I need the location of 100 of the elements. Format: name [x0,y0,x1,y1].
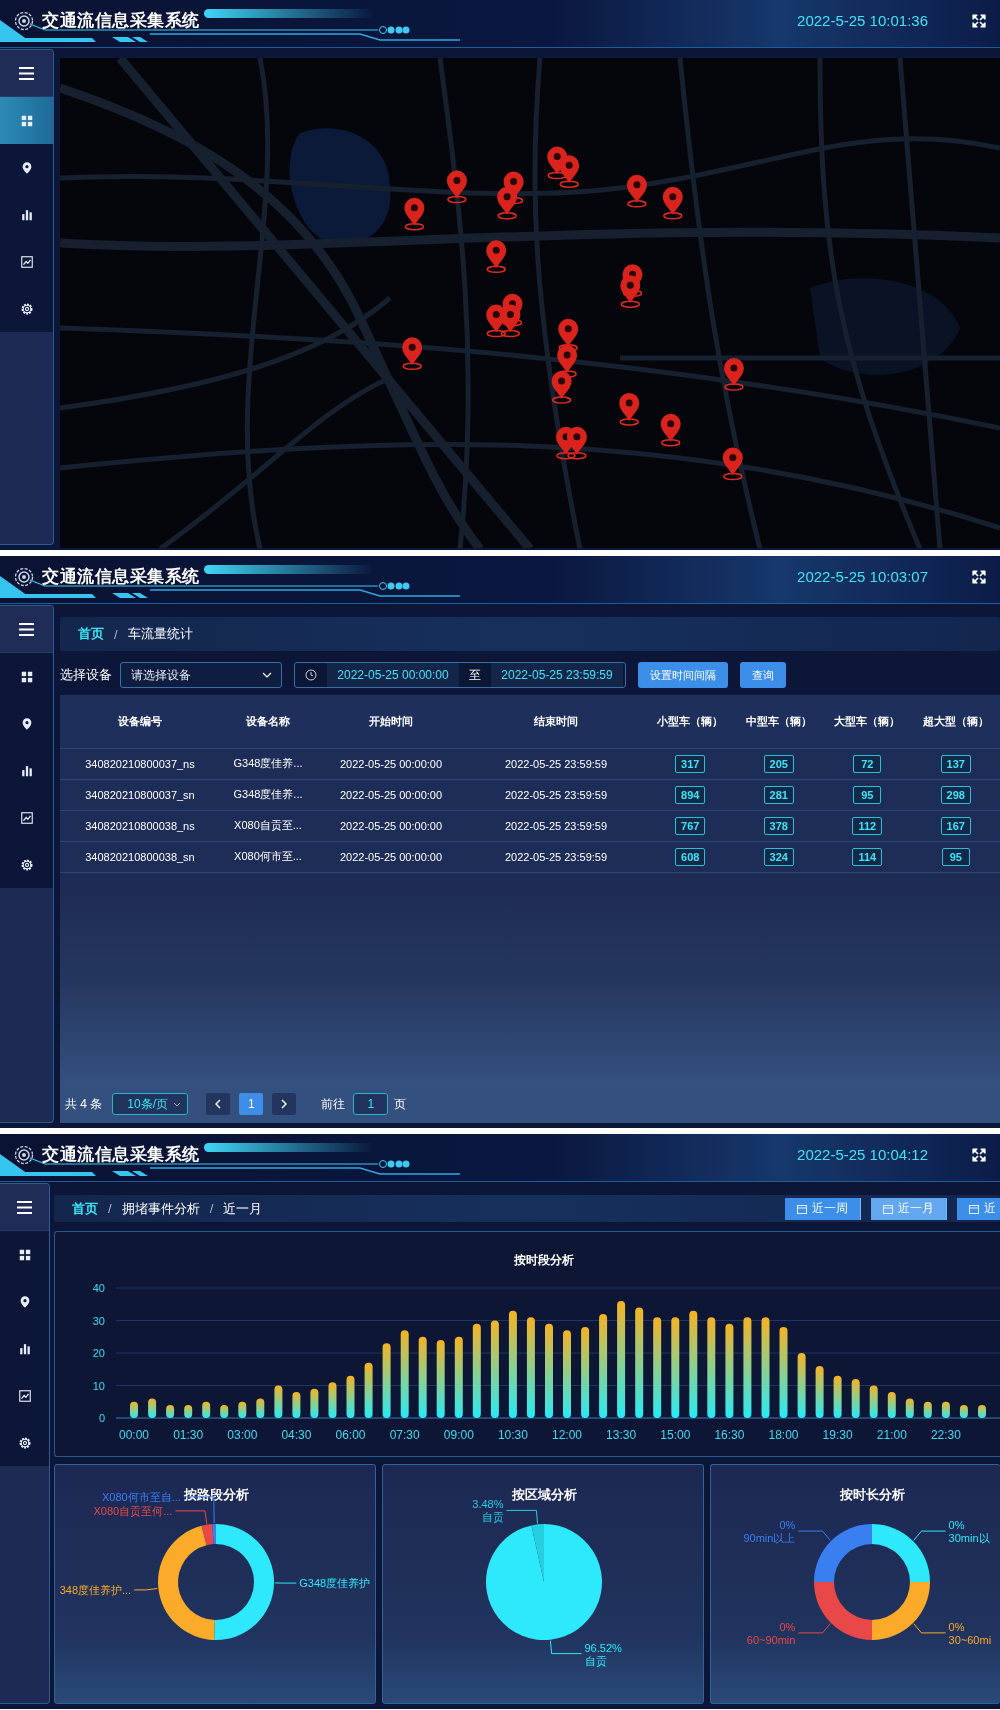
bar [166,1405,175,1418]
map-pin-icon[interactable] [402,337,423,371]
breadcrumb-item: 近一月 [223,1199,263,1218]
chart-title: 按区域分析 [511,1487,577,1502]
table-cell: 2022-05-25 00:00:00 [339,819,443,832]
leader-line [913,1530,947,1541]
x-axis-label: 07:30 [389,1428,420,1442]
table-cell: 2022-05-25 00:00:00 [339,757,443,770]
table-cell: 2022-05-25 00:00:00 [339,850,443,863]
chart-title: 按时长分析 [839,1487,905,1502]
map-pin-icon[interactable] [619,392,640,426]
page-unit-label: 页 [394,1095,407,1113]
map-pin-icon[interactable] [559,155,580,188]
clock-time: 2022-5-25 10:03:07 [797,568,928,585]
date-range-picker[interactable]: 2022-05-25 00:00:00 至 2022-05-25 23:59:59 [294,662,626,688]
x-axis-label: 10:30 [497,1428,528,1442]
leader-line [913,1623,947,1634]
map-pin-icon[interactable] [446,170,467,204]
bar [292,1392,301,1418]
slice-label: 自贡 [481,1511,504,1524]
calendar-icon [883,1203,893,1214]
x-axis-label: 03:00 [227,1428,258,1442]
map-pin-icon[interactable] [404,197,425,231]
table-cell: 2022-05-25 23:59:59 [504,819,608,832]
bar [833,1375,842,1419]
grid-icon [19,113,34,128]
count-badge: 95 [853,785,882,804]
bar [797,1353,806,1418]
map-pin-icon[interactable] [662,186,683,220]
count-badge: 137 [940,754,971,773]
bar [923,1401,932,1419]
goto-label: 前往 [321,1095,346,1113]
table-cell: 2022-05-25 23:59:59 [504,788,608,801]
map-pin-icon[interactable] [626,174,647,208]
page-size-select[interactable]: 10条/页 [112,1093,189,1115]
bar [851,1379,860,1418]
slice-label: 30min以 [948,1532,990,1545]
field-label: 选择设备 [60,666,112,684]
logo-icon [14,10,34,31]
line-chart-icon [17,1388,32,1403]
count-badge: 72 [853,754,882,773]
end-date-input[interactable]: 2022-05-25 23:59:59 [491,663,623,687]
breadcrumb-link[interactable]: 首页 [72,1199,98,1218]
chevron-left-icon [215,1099,222,1109]
menu-button[interactable] [0,1184,49,1231]
column-header: 开始时间 [316,695,466,748]
bar [978,1405,986,1418]
count-badge: 114 [852,847,883,866]
map-pin-icon[interactable] [660,413,681,447]
bar [959,1405,968,1418]
next-page-button[interactable] [272,1093,297,1115]
chart-title: 按路段分析 [183,1487,249,1502]
count-badge: 281 [763,785,794,804]
leader-line [274,1582,297,1584]
menu-button[interactable] [0,50,53,97]
settings-icon [17,1435,32,1450]
bar [941,1401,950,1419]
fullscreen-icon[interactable] [972,569,986,584]
map-pin-icon[interactable] [497,186,518,220]
slice-label: 90min以上 [743,1532,796,1545]
slice-label: X080何市至自... [101,1490,181,1503]
grid-icon [19,669,34,684]
goto-page-input[interactable]: 1 [353,1093,389,1115]
map-pin-icon[interactable] [500,304,521,338]
bar [364,1362,373,1419]
map-pin-icon[interactable] [722,447,743,481]
map-pin-icon[interactable] [723,358,744,391]
map-pin-icon[interactable] [620,275,641,308]
start-date-input[interactable]: 2022-05-25 00:00:00 [327,663,459,687]
map-pin-icon[interactable] [566,426,587,460]
y-axis-label: 0 [98,1412,105,1424]
app-title: 交通流信息采集系统 [42,10,200,32]
fullscreen-icon[interactable] [972,13,986,28]
previous-page-button[interactable] [206,1093,231,1115]
map-pin-icon[interactable] [486,240,507,274]
value-label: 0% [948,1620,965,1633]
bar [238,1401,247,1419]
slice-label: X080自贡至何... [93,1504,173,1517]
grid-icon [17,1247,32,1262]
bar [869,1385,878,1418]
value-label: 0% [779,1620,796,1633]
clock-icon [305,669,317,681]
bar [256,1398,265,1418]
bar [328,1382,337,1419]
total-count: 共 4 条 [65,1095,103,1113]
bar [130,1401,138,1419]
breadcrumb-link[interactable]: 首页 [78,625,104,643]
map-pin-icon[interactable] [551,371,572,404]
breadcrumb-separator: / [209,1201,214,1216]
x-axis-label: 21:00 [876,1428,907,1442]
device-select[interactable]: 请选择设备 [120,662,282,688]
calendar-icon [969,1203,979,1214]
count-badge: 378 [763,816,794,835]
menu-button[interactable] [0,606,53,653]
column-header: 大型车（辆） [823,695,912,748]
column-header: 中型车（辆） [734,695,823,748]
fullscreen-icon[interactable] [972,1147,986,1162]
breadcrumb-item[interactable]: 拥堵事件分析 [121,1199,200,1218]
count-badge: 167 [940,816,971,835]
column-header: 超大型（辆） [911,695,1000,748]
